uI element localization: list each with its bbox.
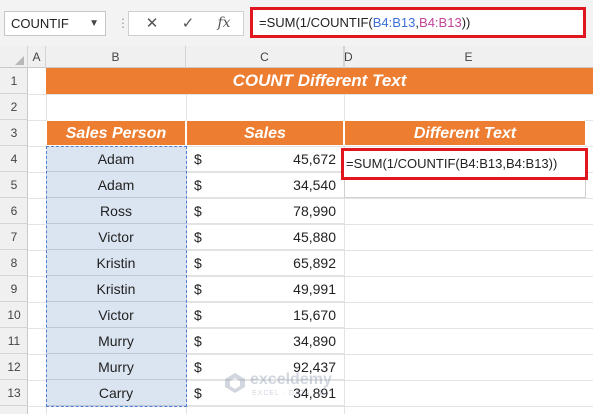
enter-icon[interactable]: ✓ bbox=[173, 12, 203, 35]
insert-function-icon[interactable]: fx bbox=[209, 12, 239, 35]
currency-symbol: $ bbox=[194, 203, 202, 219]
row-header[interactable]: 13 bbox=[0, 380, 28, 406]
header-sales-person[interactable]: Sales Person bbox=[46, 120, 186, 146]
column-headers: A B C D E bbox=[0, 46, 593, 68]
formula-prefix: =SUM(1/COUNTIF( bbox=[259, 15, 373, 30]
sales-person-cell[interactable]: Ross bbox=[46, 198, 186, 224]
sales-person-cell[interactable]: Victor bbox=[46, 224, 186, 250]
sales-value: 92,437 bbox=[293, 359, 336, 375]
sales-person-cell[interactable]: Carry bbox=[46, 380, 186, 406]
column-header-e[interactable]: E bbox=[344, 46, 593, 68]
cell-e4-editor[interactable]: =SUM(1/COUNTIF(B4:B13,B4:B13)) bbox=[341, 148, 588, 180]
column-header-c[interactable]: C bbox=[186, 46, 344, 68]
gridline bbox=[28, 94, 593, 95]
column-header-b[interactable]: B bbox=[46, 46, 186, 68]
sales-person-cell[interactable]: Kristin bbox=[46, 276, 186, 302]
currency-symbol: $ bbox=[194, 333, 202, 349]
sales-person-cell[interactable]: Adam bbox=[46, 146, 186, 172]
row-header[interactable]: 5 bbox=[0, 172, 28, 198]
row-header[interactable]: 2 bbox=[0, 94, 28, 120]
name-box-value: COUNTIF bbox=[11, 16, 69, 31]
currency-symbol: $ bbox=[194, 177, 202, 193]
currency-symbol: $ bbox=[194, 255, 202, 271]
sales-person-cell[interactable]: Murry bbox=[46, 328, 186, 354]
formula-bar: COUNTIF ▼ ⋮ ✕ ✓ fx =SUM(1/COUNTIF(B4:B13… bbox=[0, 0, 593, 46]
sales-cell[interactable]: $15,670 bbox=[186, 302, 344, 328]
currency-symbol: $ bbox=[194, 151, 202, 167]
cancel-icon[interactable]: ✕ bbox=[137, 12, 167, 35]
currency-symbol: $ bbox=[194, 385, 202, 401]
row-header[interactable]: 12 bbox=[0, 354, 28, 380]
row-header[interactable]: 3 bbox=[0, 120, 28, 146]
sales-value: 15,670 bbox=[293, 307, 336, 323]
sales-value: 34,890 bbox=[293, 333, 336, 349]
column-header-a[interactable]: A bbox=[28, 46, 46, 68]
row-header[interactable]: 9 bbox=[0, 276, 28, 302]
sheet-title[interactable]: COUNT Different Text bbox=[46, 68, 593, 94]
gridline bbox=[28, 406, 593, 407]
sales-value: 34,540 bbox=[293, 177, 336, 193]
sales-cell[interactable]: $49,991 bbox=[186, 276, 344, 302]
sales-value: 49,991 bbox=[293, 281, 336, 297]
header-different-text[interactable]: Different Text bbox=[344, 120, 586, 146]
sales-cell[interactable]: $34,891 bbox=[186, 380, 344, 406]
sales-cell[interactable]: $34,890 bbox=[186, 328, 344, 354]
formula-bar-grip-icon[interactable]: ⋮ bbox=[117, 13, 129, 33]
formula-input[interactable]: =SUM(1/COUNTIF(B4:B13,B4:B13)) bbox=[250, 7, 586, 38]
select-all-corner[interactable] bbox=[0, 46, 28, 68]
currency-symbol: $ bbox=[194, 307, 202, 323]
row-headers: 1 2 3 4 5 6 7 8 9 10 11 12 13 bbox=[0, 68, 28, 414]
sales-person-cell[interactable]: Murry bbox=[46, 354, 186, 380]
row-header[interactable]: 4 bbox=[0, 146, 28, 172]
formula-buttons: ✕ ✓ fx bbox=[128, 11, 244, 36]
sales-value: 45,672 bbox=[293, 151, 336, 167]
row-header[interactable]: 1 bbox=[0, 68, 28, 94]
sales-person-cell[interactable]: Adam bbox=[46, 172, 186, 198]
formula-range-ref-1: B4:B13 bbox=[372, 15, 416, 30]
worksheet-grid[interactable]: COUNT Different Text Sales Person Sales … bbox=[28, 68, 593, 414]
sales-value: 34,891 bbox=[293, 385, 336, 401]
sales-value: 45,880 bbox=[293, 229, 336, 245]
sales-cell[interactable]: $65,892 bbox=[186, 250, 344, 276]
formula-range-ref-2: B4:B13 bbox=[419, 15, 462, 30]
sales-cell[interactable]: $92,437 bbox=[186, 354, 344, 380]
sales-value: 65,892 bbox=[293, 255, 336, 271]
sales-value: 78,990 bbox=[293, 203, 336, 219]
name-box[interactable]: COUNTIF ▼ bbox=[4, 11, 106, 36]
currency-symbol: $ bbox=[194, 229, 202, 245]
row-header[interactable]: 10 bbox=[0, 302, 28, 328]
sales-cell[interactable]: $78,990 bbox=[186, 198, 344, 224]
header-sales[interactable]: Sales bbox=[186, 120, 344, 146]
row-header[interactable]: 11 bbox=[0, 328, 28, 354]
row-header[interactable]: 8 bbox=[0, 250, 28, 276]
sales-person-cell[interactable]: Kristin bbox=[46, 250, 186, 276]
row-header[interactable]: 6 bbox=[0, 198, 28, 224]
sales-cell[interactable]: $45,672 bbox=[186, 146, 344, 172]
chevron-down-icon[interactable]: ▼ bbox=[89, 12, 99, 35]
row-header[interactable]: 7 bbox=[0, 224, 28, 250]
currency-symbol: $ bbox=[194, 359, 202, 375]
currency-symbol: $ bbox=[194, 281, 202, 297]
sales-person-cell[interactable]: Victor bbox=[46, 302, 186, 328]
sales-cell[interactable]: $34,540 bbox=[186, 172, 344, 198]
sales-cell[interactable]: $45,880 bbox=[186, 224, 344, 250]
formula-suffix: )) bbox=[461, 15, 471, 30]
